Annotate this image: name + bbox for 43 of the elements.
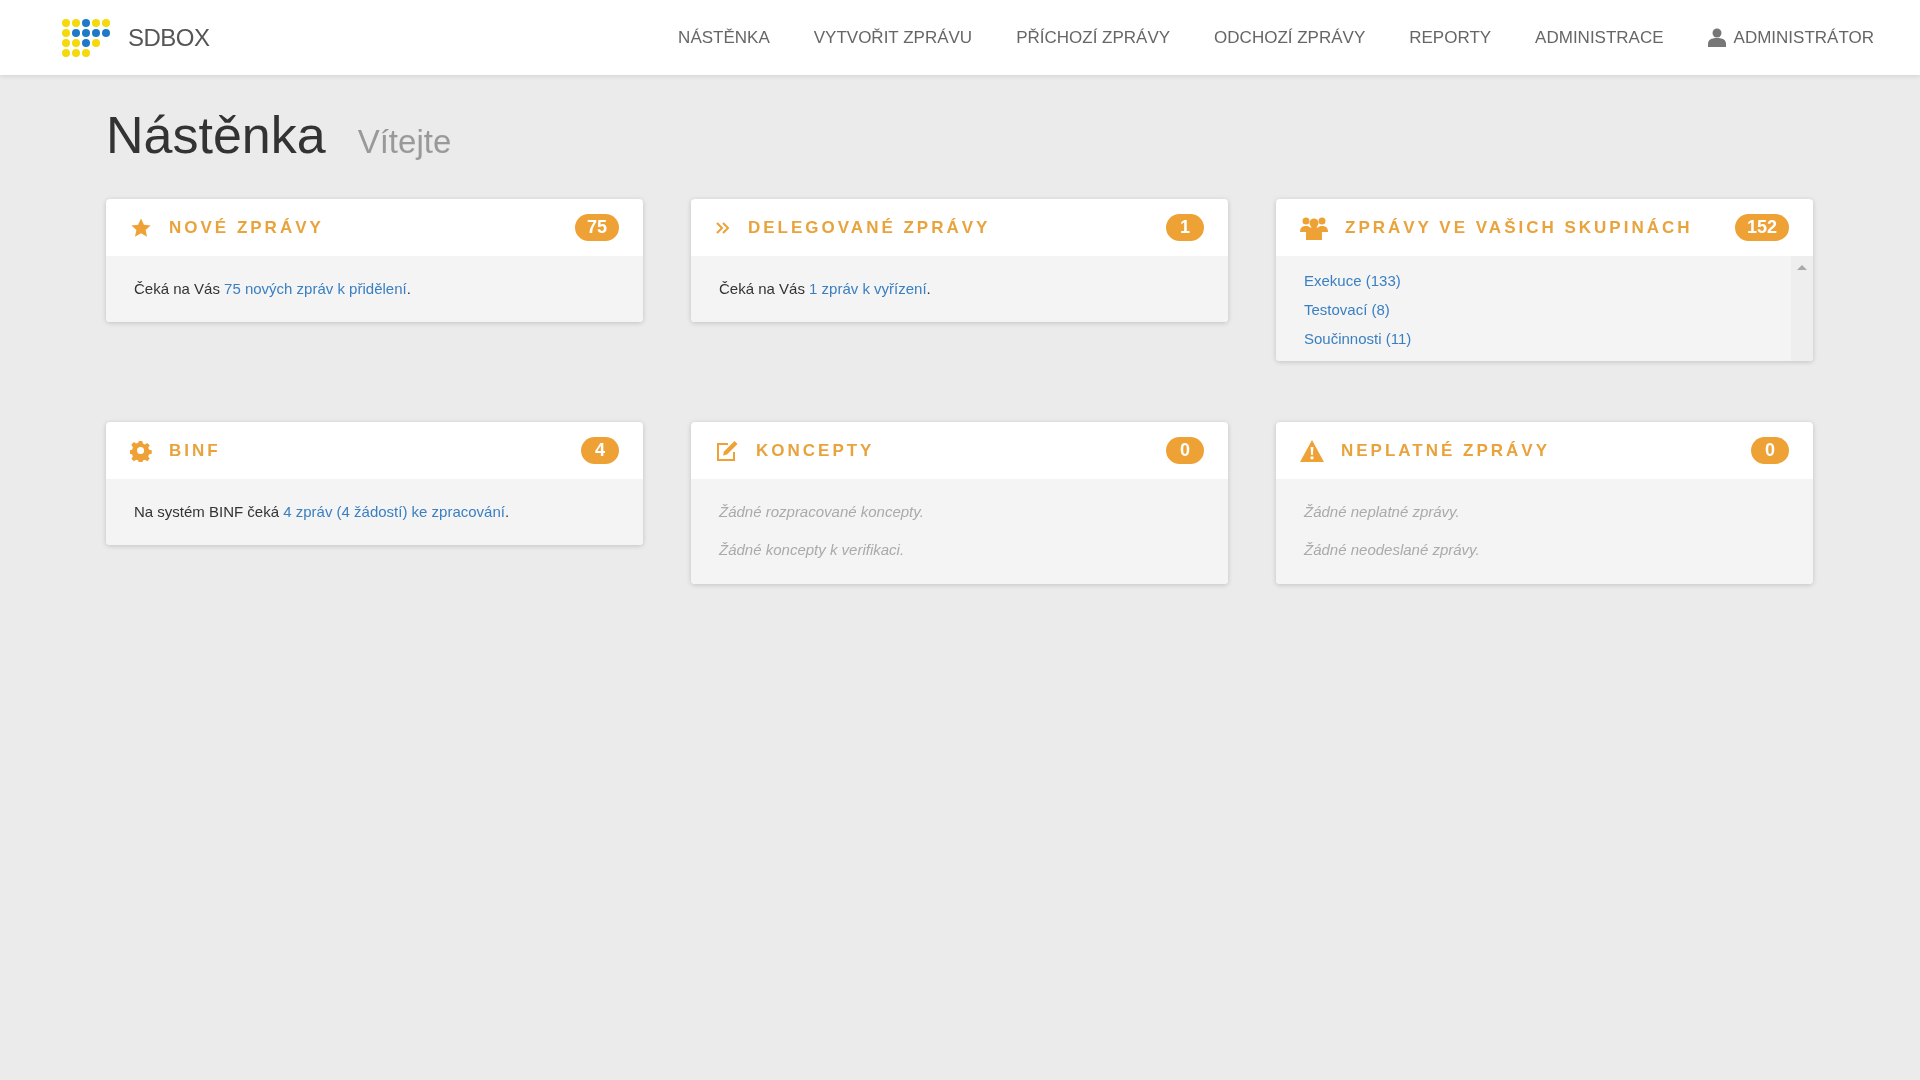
- empty-message: Žádné rozpracované koncepty.: [719, 503, 925, 520]
- empty-message: Žádné koncepty k verifikaci.: [719, 541, 906, 558]
- count-badge: 1: [1166, 214, 1204, 241]
- user-menu[interactable]: ADMINISTRÁTOR: [1707, 17, 1874, 58]
- card-title: NOVÉ ZPRÁVY: [169, 217, 324, 238]
- card-title: KONCEPTY: [756, 440, 875, 461]
- empty-message: Žádné neodeslané zprávy.: [1304, 541, 1481, 558]
- brand-name: SDBOX: [128, 23, 210, 52]
- message-link[interactable]: 4 zpráv (4 žádostí) ke zpracování: [283, 503, 505, 520]
- nav-link[interactable]: VYTVOŘIT ZPRÁVU: [813, 17, 973, 58]
- count-badge: 152: [1734, 214, 1789, 241]
- card-title: BINF: [169, 440, 221, 461]
- nav-link[interactable]: ADMINISTRACE: [1535, 17, 1664, 58]
- card-title: ZPRÁVY VE VAŠICH SKUPINÁCH: [1345, 217, 1693, 238]
- users-icon: [1300, 215, 1328, 240]
- nav-link[interactable]: PŘÍCHOZÍ ZPRÁVY: [1016, 17, 1171, 58]
- card-message: Na systém BINF čeká 4 zpráv (4 žádostí) ke zpracování.: [134, 503, 511, 520]
- user-icon: [1707, 28, 1726, 47]
- group-link[interactable]: Součinnosti (11): [1304, 330, 1412, 347]
- card-message: Čeká na Vás 75 nových zpráv k přidělení.: [134, 280, 412, 297]
- star-icon: [130, 216, 152, 239]
- message-link[interactable]: 75 nových zpráv k přidělení: [224, 280, 407, 297]
- card-title: NEPLATNÉ ZPRÁVY: [1341, 440, 1551, 461]
- page-subtitle: Vítejte: [357, 123, 452, 161]
- count-badge: 75: [574, 214, 619, 241]
- empty-message: Žádné neplatné zprávy.: [1304, 503, 1461, 520]
- page-title: Nástěnka: [106, 105, 326, 165]
- count-badge: 0: [1751, 437, 1789, 464]
- count-badge: 4: [581, 437, 619, 464]
- gear-icon: [130, 439, 152, 462]
- message-link[interactable]: 1 zpráv k vyřízení: [809, 280, 927, 297]
- nav-link[interactable]: REPORTY: [1409, 17, 1492, 58]
- warning-icon: [1300, 439, 1324, 462]
- group-link[interactable]: Exekuce (133): [1304, 272, 1401, 289]
- double-chevron-icon: [715, 220, 731, 235]
- edit-icon: [715, 439, 739, 462]
- nav-link[interactable]: ODCHOZÍ ZPRÁVY: [1214, 17, 1366, 58]
- group-link[interactable]: Testovací (8): [1304, 301, 1390, 318]
- card-title: DELEGOVANÉ ZPRÁVY: [748, 217, 991, 238]
- logo-icon: [61, 17, 111, 58]
- nav-link[interactable]: NÁSTĚNKA: [678, 17, 770, 58]
- card-message: Čeká na Vás 1 zpráv k vyřízení.: [719, 280, 932, 297]
- count-badge: 0: [1166, 437, 1204, 464]
